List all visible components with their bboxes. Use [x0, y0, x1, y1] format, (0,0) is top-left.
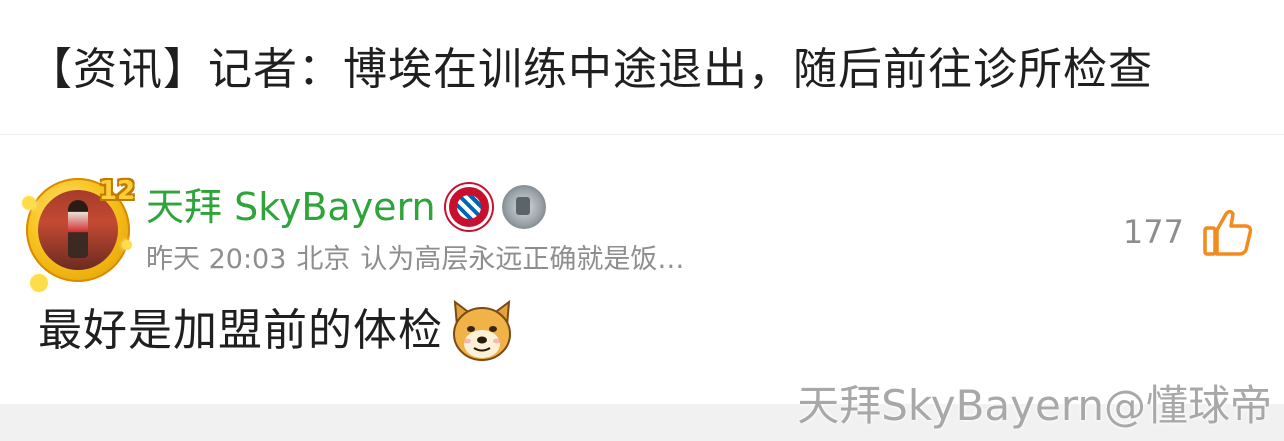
- thumbs-up-icon[interactable]: [1202, 206, 1254, 258]
- avatar-person-figure: [68, 200, 88, 258]
- comment-body: 最好是加盟前的体检: [38, 296, 517, 366]
- level-badge: 12: [98, 176, 136, 206]
- article-header: 【资讯】记者：博埃在训练中途退出，随后前往诊所检查: [0, 0, 1284, 135]
- user-name[interactable]: 天拜 SkyBayern: [146, 184, 436, 230]
- sparkle-icon: [122, 240, 132, 250]
- like-button[interactable]: 177: [1123, 206, 1254, 258]
- doge-emoji-icon: [447, 296, 517, 366]
- comment-text: 最好是加盟前的体检: [38, 305, 443, 356]
- trophy-shape: [515, 197, 530, 215]
- comment-location: 北京: [296, 244, 351, 275]
- fc-bayern-badge-icon[interactable]: [445, 184, 492, 230]
- comment-time: 昨天 20:03: [146, 244, 287, 275]
- sparkle-icon: [22, 196, 36, 210]
- sparkle-icon: [30, 274, 48, 292]
- bundesliga-trophy-badge-icon[interactable]: [501, 185, 546, 229]
- like-count: 177: [1122, 213, 1184, 251]
- user-bio: 认为高层永远正确就是饭…: [360, 244, 685, 275]
- watermark: 天拜SkyBayern@懂球帝: [797, 381, 1272, 430]
- comment-item: 12 天拜 SkyBayern 昨天 20:03 北京 认为高层永远正确就是饭… 1…: [0, 136, 1284, 404]
- comment-meta: 昨天 20:03 北京 认为高层永远正确就是饭…: [146, 242, 684, 278]
- article-title[interactable]: 【资讯】记者：博埃在训练中途退出，随后前往诊所检查: [28, 40, 1153, 100]
- fc-bayern-badge-center: [456, 195, 481, 219]
- user-name-row: 天拜 SkyBayern: [146, 184, 546, 230]
- avatar[interactable]: 12: [22, 170, 142, 292]
